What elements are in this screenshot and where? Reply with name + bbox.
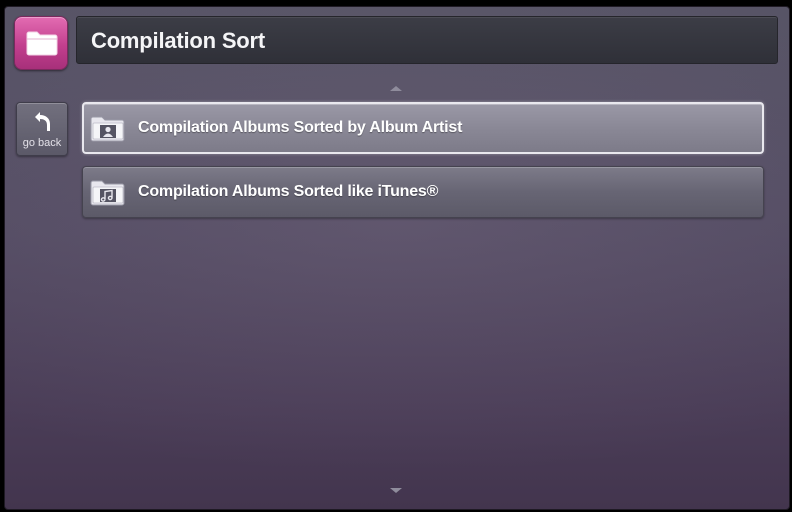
go-back-button[interactable]: go back xyxy=(16,102,68,156)
back-arrow-icon xyxy=(35,112,50,131)
list-item-label: Compilation Albums Sorted by Album Artis… xyxy=(138,119,463,136)
page-title: Compilation Sort xyxy=(91,28,266,53)
list-item-sorted-by-album-artist[interactable]: Compilation Albums Sorted by Album Artis… xyxy=(82,102,764,154)
screen: Compilation Sort go back Compilation Alb… xyxy=(0,0,792,512)
app-folder-icon xyxy=(14,16,68,70)
scroll-down-arrow-icon[interactable] xyxy=(390,488,402,493)
list-item-label: Compilation Albums Sorted like iTunes® xyxy=(138,183,439,200)
folder-icon xyxy=(26,31,58,56)
folder-music-icon xyxy=(89,178,127,213)
scroll-up-arrow-icon[interactable] xyxy=(390,86,402,91)
main-panel xyxy=(4,6,790,510)
title-bar: Compilation Sort xyxy=(76,16,778,64)
folder-person-icon xyxy=(89,114,127,149)
go-back-label: go back xyxy=(22,137,62,149)
list-item-sorted-like-itunes[interactable]: Compilation Albums Sorted like iTunes® xyxy=(82,166,764,218)
